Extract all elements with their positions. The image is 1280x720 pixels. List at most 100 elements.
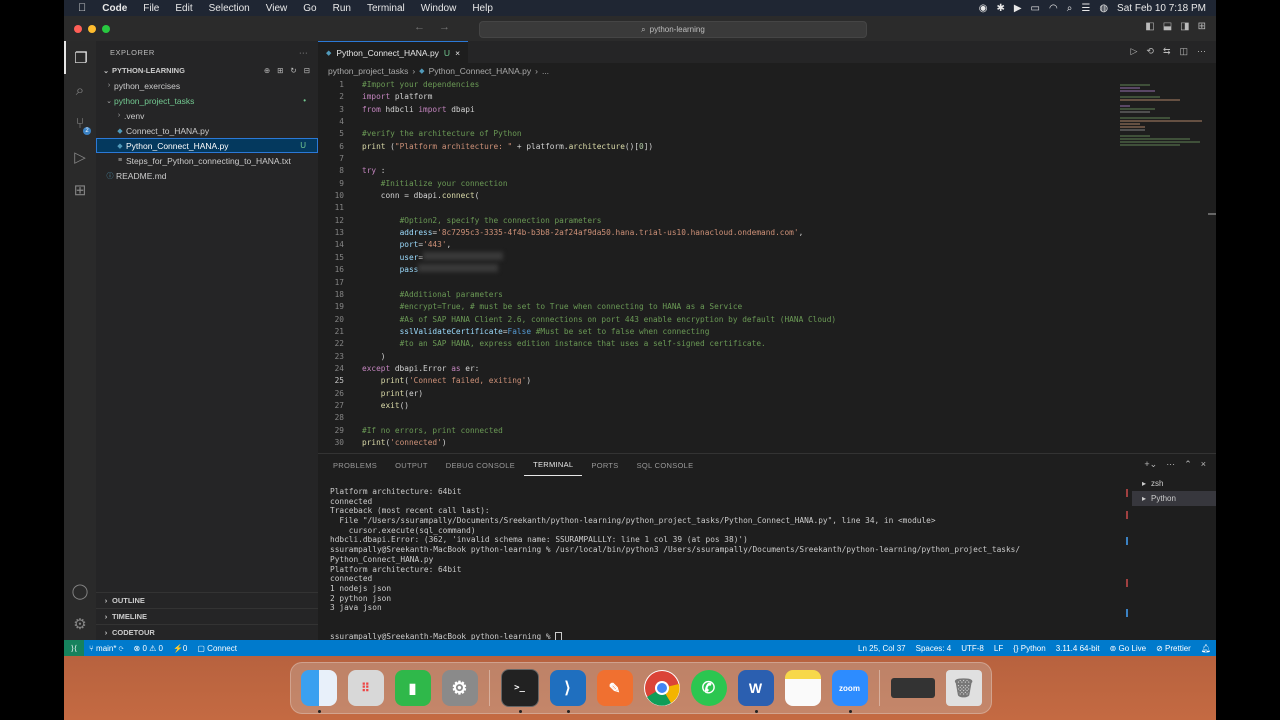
tab-debug-console[interactable]: DEBUG CONSOLE	[437, 454, 524, 476]
back-arrow-icon[interactable]: ←	[414, 21, 425, 33]
dock-system-settings-icon[interactable]: ⚙	[441, 670, 478, 706]
run-debug-icon[interactable]: ▷	[64, 140, 96, 173]
manage-gear-icon[interactable]: ⚙	[64, 607, 96, 640]
accounts-icon[interactable]: ◯	[64, 574, 96, 607]
panel-more-icon[interactable]: ···	[1166, 459, 1175, 470]
play-icon[interactable]: ▶	[1014, 3, 1022, 14]
menu-run[interactable]: Run	[325, 3, 359, 14]
section-codetour[interactable]: › CODETOUR	[96, 624, 318, 640]
menubar-clock[interactable]: Sat Feb 10 7:18 PM	[1117, 3, 1206, 14]
dock-chrome-icon[interactable]	[643, 670, 680, 706]
toggle-secondary-sidebar-icon[interactable]: ◨	[1180, 21, 1189, 32]
menu-go[interactable]: Go	[295, 3, 324, 14]
tab-ports[interactable]: PORTS	[582, 454, 627, 476]
language-mode[interactable]: {} Python	[1008, 644, 1050, 653]
explorer-icon[interactable]: ❐	[64, 41, 96, 74]
encoding[interactable]: UTF-8	[956, 644, 989, 653]
close-window-button[interactable]	[74, 24, 82, 33]
dock-terminal-icon[interactable]: >_	[500, 669, 539, 713]
collapse-all-icon[interactable]: ⊟	[304, 66, 310, 75]
breadcrumb-folder[interactable]: python_project_tasks	[328, 66, 408, 76]
apple-icon[interactable]: 	[64, 2, 94, 14]
minimize-window-button[interactable]	[88, 24, 96, 33]
search-view-icon[interactable]: ⌕	[64, 74, 96, 107]
siri-icon[interactable]: ◍	[1099, 3, 1108, 14]
menu-terminal[interactable]: Terminal	[359, 3, 413, 14]
toggle-sidebar-icon[interactable]: ◧	[1145, 21, 1154, 32]
tree-file-readme[interactable]: ⓘ README.md	[96, 168, 318, 183]
bluetooth-icon[interactable]: ✱	[996, 3, 1004, 14]
terminal-instance-python[interactable]: ▸ Python	[1132, 491, 1216, 506]
editor-more-icon[interactable]: ···	[1197, 46, 1206, 57]
battery-icon[interactable]: ▭	[1031, 3, 1040, 14]
indentation[interactable]: Spaces: 4	[911, 644, 957, 653]
control-center-icon[interactable]: ☰	[1081, 3, 1090, 14]
terminal-output[interactable]: Platform architecture: 64bit connected T…	[330, 487, 1130, 643]
split-editor-icon[interactable]: ◫	[1179, 46, 1188, 57]
python-interpreter[interactable]: 3.11.4 64-bit	[1051, 644, 1105, 653]
end-of-line[interactable]: LF	[989, 644, 1008, 653]
ports-count[interactable]: ⚡0	[168, 644, 192, 653]
dock-launchpad-icon[interactable]: ⠿	[347, 670, 384, 706]
tree-folder-python-project-tasks[interactable]: ⌄ python_project_tasks •	[96, 93, 318, 108]
go-live-button[interactable]: ⊚ Go Live	[1105, 644, 1152, 653]
workspace-root[interactable]: ⌄ PYTHON-LEARNING ⊕ ⊞ ↻ ⊟	[96, 63, 318, 78]
menu-window[interactable]: Window	[413, 3, 465, 14]
tree-folder-python-exercises[interactable]: › python_exercises	[96, 78, 318, 93]
menu-view[interactable]: View	[258, 3, 296, 14]
notifications-bell-icon[interactable]: 🔔︎	[1196, 644, 1216, 653]
source-control-icon[interactable]: ⑂ 2	[64, 107, 96, 140]
section-timeline[interactable]: › TIMELINE	[96, 608, 318, 624]
new-folder-icon[interactable]: ⊞	[277, 66, 283, 75]
screen-record-icon[interactable]: ◉	[979, 3, 988, 14]
dock-trash-icon[interactable]: 🗑︎	[945, 670, 982, 706]
close-tab-icon[interactable]: ×	[455, 48, 460, 58]
prettier-status[interactable]: ⊘ Prettier	[1151, 644, 1196, 653]
refresh-icon[interactable]: ↻	[290, 66, 296, 75]
menu-file[interactable]: File	[135, 3, 167, 14]
minimap[interactable]	[1120, 83, 1202, 153]
command-center-search[interactable]: ⌕ python-learning	[479, 21, 867, 38]
menu-selection[interactable]: Selection	[201, 3, 258, 14]
more-actions-icon[interactable]: ···	[299, 48, 308, 57]
tree-file-python-connect-hana[interactable]: ◆ Python_Connect_HANA.py U	[96, 138, 318, 153]
open-changes-icon[interactable]: ⟲	[1146, 46, 1154, 57]
menu-help[interactable]: Help	[464, 3, 501, 14]
git-branch[interactable]: ⑂ main* ⟳	[84, 644, 129, 653]
problems-count[interactable]: ⊗ 0 ⚠ 0	[129, 644, 168, 653]
remote-indicator-icon[interactable]: ⟩⟨	[64, 640, 84, 656]
dock-word-icon[interactable]: W	[737, 670, 774, 713]
tree-file-steps-txt[interactable]: ≡ Steps_for_Python_connecting_to_HANA.tx…	[96, 153, 318, 168]
tree-file-connect-to-hana[interactable]: ◆ Connect_to_HANA.py	[96, 123, 318, 138]
open-timeline-icon[interactable]: ⇆	[1163, 46, 1171, 57]
connect-status[interactable]: ▢ Connect	[192, 644, 242, 653]
tab-output[interactable]: OUTPUT	[386, 454, 437, 476]
dock-notes-icon[interactable]	[784, 670, 821, 706]
extensions-icon[interactable]: ⊞	[64, 173, 96, 206]
menu-app-name[interactable]: Code	[94, 3, 135, 14]
dock-vscode-icon[interactable]: ⟩	[549, 670, 586, 713]
breadcrumb-symbol[interactable]: ...	[542, 66, 549, 76]
dock-pages-icon[interactable]: ✎	[596, 670, 633, 706]
menu-edit[interactable]: Edit	[167, 3, 200, 14]
zoom-window-button[interactable]	[102, 24, 110, 33]
toggle-panel-icon[interactable]: ⬓	[1163, 21, 1172, 32]
tab-sql-console[interactable]: SQL CONSOLE	[628, 454, 703, 476]
dock-minimized-window-icon[interactable]	[890, 678, 935, 698]
wifi-icon[interactable]: ◠	[1049, 3, 1058, 14]
customize-layout-icon[interactable]: ⊞	[1198, 21, 1206, 32]
dock-numbers-icon[interactable]: ▮	[394, 670, 431, 706]
close-panel-icon[interactable]: ×	[1201, 459, 1206, 470]
cursor-position[interactable]: Ln 25, Col 37	[853, 644, 911, 653]
dock-whatsapp-icon[interactable]: ✆	[690, 670, 727, 706]
dock-finder-icon[interactable]	[300, 670, 337, 713]
code-editor[interactable]: 1 #Import your dependencies 2 import platf…	[318, 79, 1118, 451]
section-outline[interactable]: › OUTLINE	[96, 592, 318, 608]
maximize-panel-icon[interactable]: ⌃	[1184, 459, 1192, 470]
run-python-file-icon[interactable]: ▷	[1130, 46, 1137, 57]
spotlight-icon[interactable]: ⌕	[1067, 3, 1073, 14]
breadcrumb-file[interactable]: Python_Connect_HANA.py	[429, 66, 532, 76]
new-file-icon[interactable]: ⊕	[264, 66, 270, 75]
tab-terminal[interactable]: TERMINAL	[524, 454, 583, 476]
dock-zoom-icon[interactable]: zoom	[831, 670, 868, 713]
